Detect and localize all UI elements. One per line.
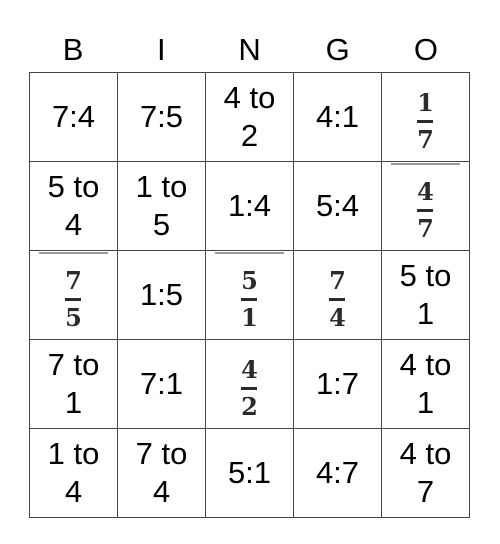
fraction-numerator: 7 xyxy=(65,265,82,295)
fraction-numerator: 7 xyxy=(329,265,346,295)
bingo-cell[interactable]: 5 to 4 xyxy=(29,161,118,251)
bingo-cell[interactable]: 4:7 xyxy=(293,428,382,518)
bingo-cell[interactable]: 5:4 xyxy=(293,161,382,251)
fraction-denominator: 5 xyxy=(65,302,82,332)
cell-text-line: 5 to xyxy=(399,258,452,293)
bingo-row: 7 5 1:5 5 1 7 4 5 to 1 xyxy=(29,250,470,340)
bingo-cell[interactable]: 1:5 xyxy=(117,250,206,340)
bingo-cell[interactable]: 4:1 xyxy=(293,72,382,162)
fraction: 74 xyxy=(329,265,346,332)
bingo-cell[interactable]: 17 xyxy=(381,72,470,162)
cell-text-line: 7 xyxy=(416,474,435,509)
cell-text-line: 5:1 xyxy=(227,455,272,490)
cell-text-line: 1:7 xyxy=(315,366,360,401)
bingo-row: 7:4 7:5 4 to 2 4:1 1 7 xyxy=(29,72,470,162)
fraction-bar xyxy=(241,386,258,390)
bingo-cell[interactable]: 7 to 1 xyxy=(29,339,118,429)
bingo-cell[interactable]: 5:1 xyxy=(205,428,294,518)
bingo-row: 7 to 1 7:1 4 2 1:7 4 to 1 xyxy=(29,339,470,429)
cell-text-line: 2 xyxy=(240,118,259,153)
bingo-cell[interactable]: 7:5 xyxy=(117,72,206,162)
cell-text-line: 1 xyxy=(416,385,435,420)
header-letter-n: N xyxy=(238,32,261,67)
fraction-bar xyxy=(417,208,434,212)
cell-text-line: 5 to xyxy=(47,169,100,204)
bingo-cell[interactable]: 51 xyxy=(205,250,294,340)
cell-text-line: 4:7 xyxy=(315,455,360,490)
fraction-denominator: 7 xyxy=(417,124,434,154)
cell-text-line: 1 xyxy=(64,385,83,420)
cell-text-line: 4 to xyxy=(399,436,452,471)
bingo-cell[interactable]: 4 to 2 xyxy=(205,72,294,162)
cell-text-line: 1 to xyxy=(135,169,188,204)
fraction-denominator: 1 xyxy=(241,302,258,332)
header-letter-b: B xyxy=(62,32,84,67)
header-letter-o: O xyxy=(413,32,438,67)
fraction: 42 xyxy=(241,354,258,421)
bingo-cell[interactable]: 74 xyxy=(293,250,382,340)
image-edge-artifact xyxy=(390,163,461,165)
bingo-header: B I N G O xyxy=(29,28,470,72)
fraction-bar xyxy=(241,297,258,301)
cell-text-line: 5:4 xyxy=(315,188,360,223)
cell-text-line: 7:5 xyxy=(139,99,184,134)
bingo-row: 5 to 4 1 to 5 1:4 5:4 4 7 xyxy=(29,161,470,251)
fraction-bar xyxy=(65,297,82,301)
bingo-cell[interactable]: 1 to 5 xyxy=(117,161,206,251)
cell-text-line: 4 xyxy=(64,474,83,509)
bingo-cell[interactable]: 4 to 1 xyxy=(381,339,470,429)
fraction-bar xyxy=(329,297,346,301)
fraction-denominator: 4 xyxy=(329,302,346,332)
fraction-numerator: 4 xyxy=(241,354,258,384)
fraction: 51 xyxy=(241,265,258,332)
cell-text-line: 7:4 xyxy=(51,99,96,134)
fraction: 75 xyxy=(65,265,82,332)
bingo-cell[interactable]: 47 xyxy=(381,161,470,251)
fraction-denominator: 7 xyxy=(417,213,434,243)
bingo-cell[interactable]: 7 to 4 xyxy=(117,428,206,518)
cell-text-line: 4:1 xyxy=(315,99,360,134)
fraction-numerator: 4 xyxy=(417,176,434,206)
fraction-bar xyxy=(417,119,434,123)
cell-text-line: 1:4 xyxy=(227,188,272,223)
bingo-cell[interactable]: 7:4 xyxy=(29,72,118,162)
cell-text-line: 4 to xyxy=(223,80,276,115)
fraction-numerator: 1 xyxy=(417,87,434,117)
cell-text-line: 7 to xyxy=(135,436,188,471)
image-edge-artifact xyxy=(38,252,109,254)
cell-text-line: 4 to xyxy=(399,347,452,382)
bingo-cell[interactable]: 1:4 xyxy=(205,161,294,251)
bingo-cell[interactable]: 1 to 4 xyxy=(29,428,118,518)
bingo-cell[interactable]: 4 to 7 xyxy=(381,428,470,518)
cell-text-line: 4 xyxy=(64,207,83,242)
bingo-cell[interactable]: 5 to 1 xyxy=(381,250,470,340)
bingo-card-grid: 7:4 7:5 4 to 2 4:1 1 7 5 to 4 1 to 5 1:4 5:4 4 7 7 5 1:5 5… xyxy=(29,72,470,518)
fraction-numerator: 5 xyxy=(241,265,258,295)
bingo-cell[interactable]: 42 xyxy=(205,339,294,429)
header-letter-i: I xyxy=(156,32,166,67)
cell-text-line: 5 xyxy=(152,207,171,242)
bingo-cell[interactable]: 7:1 xyxy=(117,339,206,429)
header-letter-g: G xyxy=(325,32,350,67)
bingo-cell[interactable]: 75 xyxy=(29,250,118,340)
cell-text-line: 4 xyxy=(152,474,171,509)
cell-text-line: 1 xyxy=(416,296,435,331)
bingo-cell[interactable]: 1:7 xyxy=(293,339,382,429)
image-edge-artifact xyxy=(214,252,285,254)
cell-text-line: 7:1 xyxy=(139,366,184,401)
fraction: 17 xyxy=(417,87,434,154)
fraction: 47 xyxy=(417,176,434,243)
cell-text-line: 7 to xyxy=(47,347,100,382)
cell-text-line: 1:5 xyxy=(139,277,184,312)
cell-text-line: 1 to xyxy=(47,436,100,471)
bingo-row: 1 to 4 7 to 4 5:1 4:7 4 to 7 xyxy=(29,428,470,518)
fraction-denominator: 2 xyxy=(241,391,258,421)
